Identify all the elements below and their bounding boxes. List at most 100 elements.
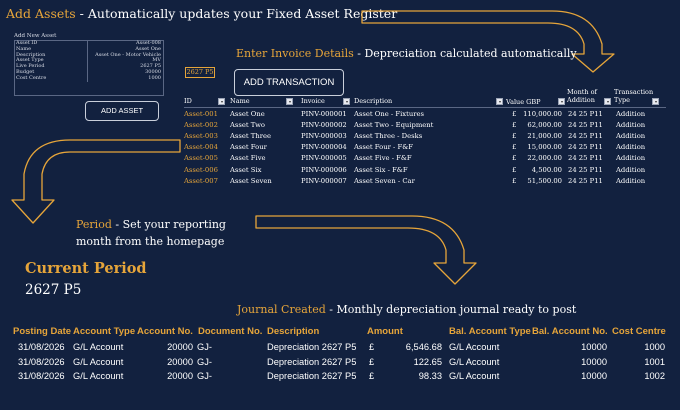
journal-cell-cur: £ (369, 371, 375, 382)
column-header: Value GBP (506, 98, 541, 106)
journal-cell-acct_type: G/L Account (73, 356, 124, 367)
filter-dropdown-icon[interactable] (218, 98, 225, 105)
current-period-label: Current Period (25, 260, 147, 277)
journal-cell-cc: 1002 (644, 371, 665, 382)
cell-value: 4,500.00 (531, 165, 562, 174)
journal-cell-desc: Depreciation 2627 P5 (267, 371, 357, 382)
journal-column-header: Bal. Account No. (532, 326, 608, 337)
cell-description: Asset Four - F&F (354, 143, 413, 152)
journal-column-header: Amount (367, 326, 403, 337)
table-row[interactable]: Asset-007 Asset Seven PINV-000007 Asset Sev… (184, 176, 668, 187)
journal-cell-desc: Depreciation 2627 P5 (267, 342, 357, 352)
asset-form-field-label: Cost Centre (16, 74, 47, 81)
period-heading-rest: - Set your reporting (111, 218, 226, 231)
cell-type: Addition (616, 143, 646, 152)
cell-currency: £ (512, 143, 517, 152)
cell-currency: £ (512, 165, 517, 174)
cell-id: Asset-007 (184, 176, 218, 185)
journal-column-header: Document No. (198, 326, 263, 337)
filter-dropdown-icon[interactable] (286, 98, 293, 105)
journal-cell-bal_no: 10000 (581, 371, 607, 382)
journal-cell-amount: 98.33 (418, 371, 442, 382)
table-row[interactable]: Asset-004 Asset Four PINV-000004 Asset Four… (184, 142, 668, 153)
cell-value: 21,000.00 (527, 132, 562, 141)
invoice-heading-gold: Enter Invoice Details (236, 47, 354, 60)
cell-month: 24 25 P11 (568, 154, 603, 163)
table-row[interactable]: Asset-006 Asset Six PINV-000006 Asset Six -… (184, 165, 668, 176)
journal-heading-gold: Journal Created (237, 303, 326, 316)
table-row[interactable]: Asset-005 Asset Five PINV-000005 Asset Five… (184, 153, 668, 164)
cell-invoice: PINV-000006 (301, 165, 347, 174)
journal-cell-date: 31/08/2026 (18, 371, 65, 382)
cell-description: Asset Five - F&F (354, 154, 412, 163)
filter-dropdown-icon[interactable] (558, 98, 565, 105)
column-header: Description (354, 97, 393, 105)
journal-table: Posting Date Account Type Account No. Docum… (0, 326, 680, 396)
journal-cell-cc: 1001 (644, 356, 665, 367)
cell-month: 24 25 P11 (568, 132, 603, 141)
cell-invoice: PINV-000003 (301, 132, 347, 141)
journal-column-header: Posting Date (13, 326, 72, 337)
invoice-heading-rest: - Depreciation calculated automatically (353, 47, 577, 60)
journal-cell-acct_type: G/L Account (73, 342, 124, 352)
table-row[interactable]: Asset-001 Asset One PINV-000001 Asset One -… (184, 109, 668, 120)
cell-name: Asset Four (230, 143, 267, 152)
period-input-cell[interactable]: 2627 P5 (185, 67, 215, 78)
invoice-heading: Enter Invoice Details - Depreciation cal… (236, 47, 577, 60)
journal-cell-cur: £ (369, 356, 375, 367)
journal-heading-rest: - Monthly depreciation journal ready to … (325, 303, 577, 316)
cell-type: Addition (616, 176, 646, 185)
filter-dropdown-icon[interactable] (652, 98, 659, 105)
period-heading-gold: Period (76, 218, 112, 231)
asset-form-row: Cost Centre 1000 (15, 74, 163, 82)
asset-form-title: Add New Asset (14, 33, 57, 39)
cell-value: 51,500.00 (527, 176, 562, 185)
journal-cell-bal_type: G/L Account (449, 342, 500, 352)
cell-month: 24 25 P11 (568, 121, 603, 130)
arrow-right-down-icon (255, 215, 477, 285)
journal-column-header: Description (267, 326, 320, 337)
cell-invoice: PINV-000004 (301, 143, 347, 152)
filter-dropdown-icon[interactable] (496, 98, 503, 105)
journal-row[interactable]: 31/08/2026 G/L Account 20000 GJ- Depreciatio… (0, 340, 680, 354)
arrow-left-down-icon (11, 139, 181, 224)
journal-column-header: Account No. (137, 326, 193, 337)
cell-description: Asset Two - Equipment (354, 121, 434, 130)
filter-dropdown-icon[interactable] (604, 98, 611, 105)
table-row[interactable]: Asset-002 Asset Two PINV-000002 Asset Two -… (184, 120, 668, 131)
cell-currency: £ (512, 121, 517, 130)
cell-id: Asset-001 (184, 110, 218, 118)
table-row[interactable]: Asset-003 Asset Three PINV-000003 Asset Thr… (184, 131, 668, 142)
cell-currency: £ (512, 154, 517, 163)
cell-type: Addition (616, 110, 646, 118)
journal-cell-doc: GJ- (197, 356, 212, 367)
journal-cell-cur: £ (369, 342, 375, 352)
cell-id: Asset-005 (184, 154, 218, 163)
cell-id: Asset-003 (184, 132, 218, 141)
cell-id: Asset-006 (184, 165, 218, 174)
filter-dropdown-icon[interactable] (343, 98, 350, 105)
journal-row[interactable]: 31/08/2026 G/L Account 20000 GJ- Depreciatio… (0, 355, 680, 369)
cell-type: Addition (616, 154, 646, 163)
cell-month: 24 25 P11 (568, 165, 603, 174)
journal-cell-doc: GJ- (197, 342, 212, 352)
slide-canvas: Add Assets - Automatically updates your … (0, 0, 680, 410)
journal-cell-bal_no: 10000 (581, 342, 607, 352)
asset-form-field-value[interactable]: 1000 (148, 75, 161, 82)
journal-cell-acct_no: 20000 (167, 371, 193, 382)
asset-form-divider (87, 75, 88, 82)
cell-month: 24 25 P11 (568, 176, 603, 185)
journal-row[interactable]: 31/08/2026 G/L Account 20000 GJ- Depreciatio… (0, 369, 680, 383)
column-header: Invoice (301, 97, 325, 105)
cell-month: 24 25 P11 (568, 110, 603, 118)
column-header: Month of Addition (567, 88, 597, 104)
cell-invoice: PINV-000001 (301, 110, 347, 118)
add-asset-button[interactable]: ADD ASSET (85, 101, 159, 121)
cell-name: Asset Five (230, 154, 266, 163)
cell-invoice: PINV-000005 (301, 154, 347, 163)
journal-cell-acct_no: 20000 (167, 342, 193, 352)
journal-cell-desc: Depreciation 2627 P5 (267, 356, 357, 367)
header-divider (184, 107, 666, 108)
column-header: ID (184, 97, 192, 105)
cell-type: Addition (616, 132, 646, 141)
